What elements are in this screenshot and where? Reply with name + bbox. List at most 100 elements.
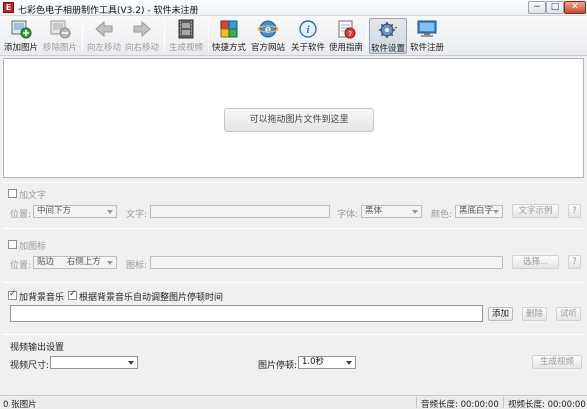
font-label: 字体: — [337, 210, 359, 220]
minimize-button[interactable]: − — [528, 1, 546, 14]
add-text-checkbox[interactable] — [8, 189, 17, 198]
guide-label: 使用指南 — [328, 43, 363, 53]
auto-adjust-label: 根据背景音乐自动调整图片停顿时间 — [79, 293, 224, 303]
section-divider — [3, 282, 584, 283]
color-select[interactable]: 黑底白字 — [455, 205, 503, 218]
chevron-down-icon — [128, 361, 134, 365]
toolbar: 添加图片 移除图片 向左移动 向右移动 生成视频 快捷方式 e 官方网站 i 关… — [0, 16, 587, 56]
chevron-down-icon — [412, 210, 418, 214]
logo-position-select[interactable]: 贴边 右侧上方 — [33, 256, 117, 269]
move-right-label: 向右移动 — [124, 43, 159, 53]
image-count: 0 张图片 — [3, 400, 37, 409]
official-site-label: 官方网站 — [250, 43, 285, 53]
font-select[interactable]: 黑体 — [361, 205, 422, 218]
logo-position-label: 位置: — [10, 261, 32, 271]
add-text-label: 加文字 — [19, 191, 47, 201]
image-pause-value: 1.0秒 — [302, 357, 325, 367]
drop-hint[interactable]: 可以拖动图片文件到这里 — [224, 108, 374, 132]
toolbar-separator — [208, 20, 209, 52]
status-bar: 0 张图片 音频长度: 00:00:00 视频长度: 00:00:00 — [0, 395, 587, 409]
toolbar-separator — [366, 20, 367, 52]
status-separator — [416, 397, 417, 408]
section-divider — [3, 182, 584, 183]
browser-globe-icon: e — [257, 20, 279, 38]
register-button[interactable]: 软件注册 — [409, 18, 445, 54]
text-help-button[interactable]: ? — [568, 204, 581, 218]
logo-path-input[interactable] — [150, 256, 503, 269]
add-music-button[interactable]: 添加 — [488, 307, 513, 321]
section-divider — [3, 228, 584, 229]
audio-length: 音频长度: 00:00:00 — [421, 400, 499, 409]
title-bar: E 七彩色电子相册制作工具(V3.2) - 软件未注册 − □ ✕ — [0, 0, 587, 16]
about-button[interactable]: i 关于软件 — [290, 18, 326, 54]
remove-image-button[interactable]: 移除图片 — [42, 18, 78, 54]
logo-position-value-2: 右侧上方 — [66, 257, 101, 267]
help-document-icon: ? — [338, 20, 356, 39]
guide-button[interactable]: ? 使用指南 — [328, 18, 364, 54]
move-right-button[interactable]: 向右移动 — [124, 18, 160, 54]
delete-music-button[interactable]: 删除 — [522, 307, 547, 321]
gear-icon — [379, 22, 397, 38]
arrow-left-icon — [95, 20, 113, 38]
toolbar-separator — [82, 20, 83, 52]
color-label: 颜色: — [431, 210, 453, 220]
music-file-input[interactable] — [10, 305, 483, 322]
shortcut-label: 快捷方式 — [211, 43, 246, 53]
generate-video-label: 生成视频 — [168, 43, 203, 53]
logo-position-value-1: 贴边 — [37, 257, 55, 267]
section-divider — [3, 334, 584, 335]
video-output-heading: 视频输出设置 — [10, 343, 65, 353]
add-image-icon — [11, 20, 32, 39]
chevron-down-icon — [346, 361, 352, 365]
move-left-button[interactable]: 向左移动 — [86, 18, 122, 54]
remove-image-label: 移除图片 — [42, 43, 77, 53]
shortcut-blocks-icon — [220, 20, 238, 38]
font-value: 黑体 — [365, 206, 383, 216]
arrow-right-icon — [133, 20, 151, 38]
video-size-select[interactable] — [50, 356, 138, 369]
generate-video-button[interactable]: 生成视频 — [168, 18, 204, 54]
video-size-label: 视频尺寸: — [10, 361, 50, 371]
color-value: 黑底白字 — [459, 206, 494, 216]
add-logo-checkbox[interactable] — [8, 240, 17, 249]
toolbar-separator — [164, 20, 165, 52]
listen-music-button[interactable]: 试听 — [556, 307, 581, 321]
close-button[interactable]: ✕ — [564, 1, 586, 14]
settings-button[interactable]: 软件设置 — [369, 18, 407, 54]
shortcut-button[interactable]: 快捷方式 — [211, 18, 247, 54]
app-logo-icon: E — [3, 2, 14, 13]
add-music-label: 加背景音乐 — [19, 293, 65, 303]
window-title: 七彩色电子相册制作工具(V3.2) - 软件未注册 — [18, 6, 199, 16]
about-label: 关于软件 — [290, 43, 325, 53]
video-length: 视频长度: 00:00:00 — [508, 400, 586, 409]
add-image-button[interactable]: 添加图片 — [4, 18, 38, 54]
settings-label: 软件设置 — [370, 44, 405, 54]
auto-adjust-checkbox[interactable] — [68, 289, 77, 300]
monitor-icon — [417, 20, 437, 37]
add-music-checkbox[interactable] — [8, 289, 17, 300]
film-icon — [178, 19, 194, 39]
official-site-button[interactable]: e 官方网站 — [250, 18, 286, 54]
generate-video-bottom-button[interactable]: 生成视频 — [532, 355, 582, 369]
logo-help-button[interactable]: ? — [568, 255, 581, 269]
choose-logo-button[interactable]: 选择... — [512, 255, 559, 269]
text-position-value: 中间下方 — [37, 206, 72, 216]
text-content-label: 文字: — [126, 210, 148, 220]
text-position-select[interactable]: 中间下方 — [33, 205, 117, 218]
info-icon: i — [299, 20, 317, 38]
chevron-down-icon — [107, 210, 113, 214]
image-pause-label: 图片停顿: — [258, 361, 298, 371]
chevron-down-icon — [107, 261, 113, 265]
add-image-label: 添加图片 — [4, 43, 39, 53]
text-position-label: 位置: — [10, 210, 32, 220]
text-content-input[interactable] — [150, 205, 330, 218]
svg-text:?: ? — [348, 31, 352, 38]
text-preview-button[interactable]: 文字示例 — [512, 204, 559, 218]
maximize-button[interactable]: □ — [546, 1, 564, 14]
image-pause-select[interactable]: 1.0秒 — [298, 356, 356, 369]
chevron-down-icon — [493, 210, 499, 214]
image-drop-zone[interactable]: 可以拖动图片文件到这里 — [3, 58, 584, 178]
add-logo-label: 加图标 — [19, 242, 47, 252]
status-separator — [503, 397, 504, 408]
remove-image-icon — [50, 20, 71, 39]
